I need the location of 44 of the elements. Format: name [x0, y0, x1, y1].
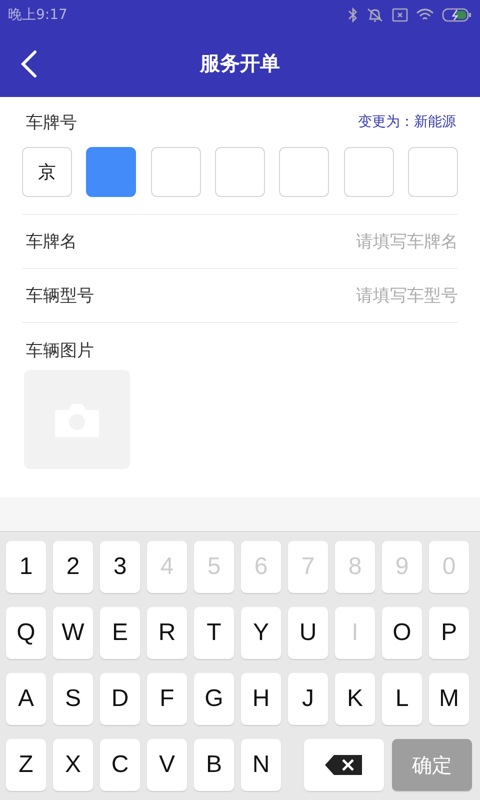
- keyboard-key[interactable]: S: [53, 673, 93, 725]
- plate-char-box[interactable]: [86, 147, 136, 197]
- keyboard-key[interactable]: F: [147, 673, 187, 725]
- keyboard-key[interactable]: J: [288, 673, 328, 725]
- muted-bell-icon: [366, 7, 384, 23]
- keyboard-key[interactable]: E: [100, 607, 140, 659]
- keyboard-key[interactable]: Z: [6, 739, 46, 791]
- battery-icon: [442, 8, 472, 22]
- keyboard-key[interactable]: 3: [100, 541, 140, 593]
- keyboard-key[interactable]: A: [6, 673, 46, 725]
- keyboard-key[interactable]: N: [241, 739, 281, 791]
- keyboard-key[interactable]: O: [382, 607, 422, 659]
- keyboard-key[interactable]: C: [100, 739, 140, 791]
- keyboard-key[interactable]: Q: [6, 607, 46, 659]
- keyboard-key[interactable]: U: [288, 607, 328, 659]
- keyboard-key[interactable]: D: [100, 673, 140, 725]
- status-time: 晚上9:17: [8, 6, 68, 24]
- field-label: 车辆图片: [26, 341, 94, 361]
- keyboard-key[interactable]: T: [194, 607, 234, 659]
- keyboard-key[interactable]: L: [382, 673, 422, 725]
- keyboard-key[interactable]: G: [194, 673, 234, 725]
- field-label: 车牌号: [26, 112, 77, 134]
- keyboard-key[interactable]: 2: [53, 541, 93, 593]
- backspace-key[interactable]: [304, 739, 384, 791]
- plate-char-box[interactable]: 京: [22, 147, 72, 197]
- keyboard-key[interactable]: Y: [241, 607, 281, 659]
- keyboard-key[interactable]: H: [241, 673, 281, 725]
- keyboard-key[interactable]: M: [429, 673, 469, 725]
- switch-link[interactable]: 变更为：新能源: [358, 113, 456, 131]
- keyboard-key[interactable]: B: [194, 739, 234, 791]
- keyboard-key[interactable]: V: [147, 739, 187, 791]
- keyboard-key[interactable]: W: [53, 607, 93, 659]
- keyboard-key[interactable]: 1: [6, 541, 46, 593]
- keyboard-key[interactable]: R: [147, 607, 187, 659]
- sim-card-icon: [392, 8, 408, 22]
- wifi-icon: [416, 8, 434, 22]
- keyboard-key[interactable]: P: [429, 607, 469, 659]
- page-title: 服务开单: [200, 50, 280, 77]
- keyboard-key[interactable]: K: [335, 673, 375, 725]
- backspace-icon: [324, 754, 364, 776]
- bluetooth-icon: [348, 7, 358, 23]
- keyboard-key[interactable]: X: [53, 739, 93, 791]
- field-label: 车牌名: [26, 231, 77, 253]
- field-label: 车辆型号: [26, 285, 94, 307]
